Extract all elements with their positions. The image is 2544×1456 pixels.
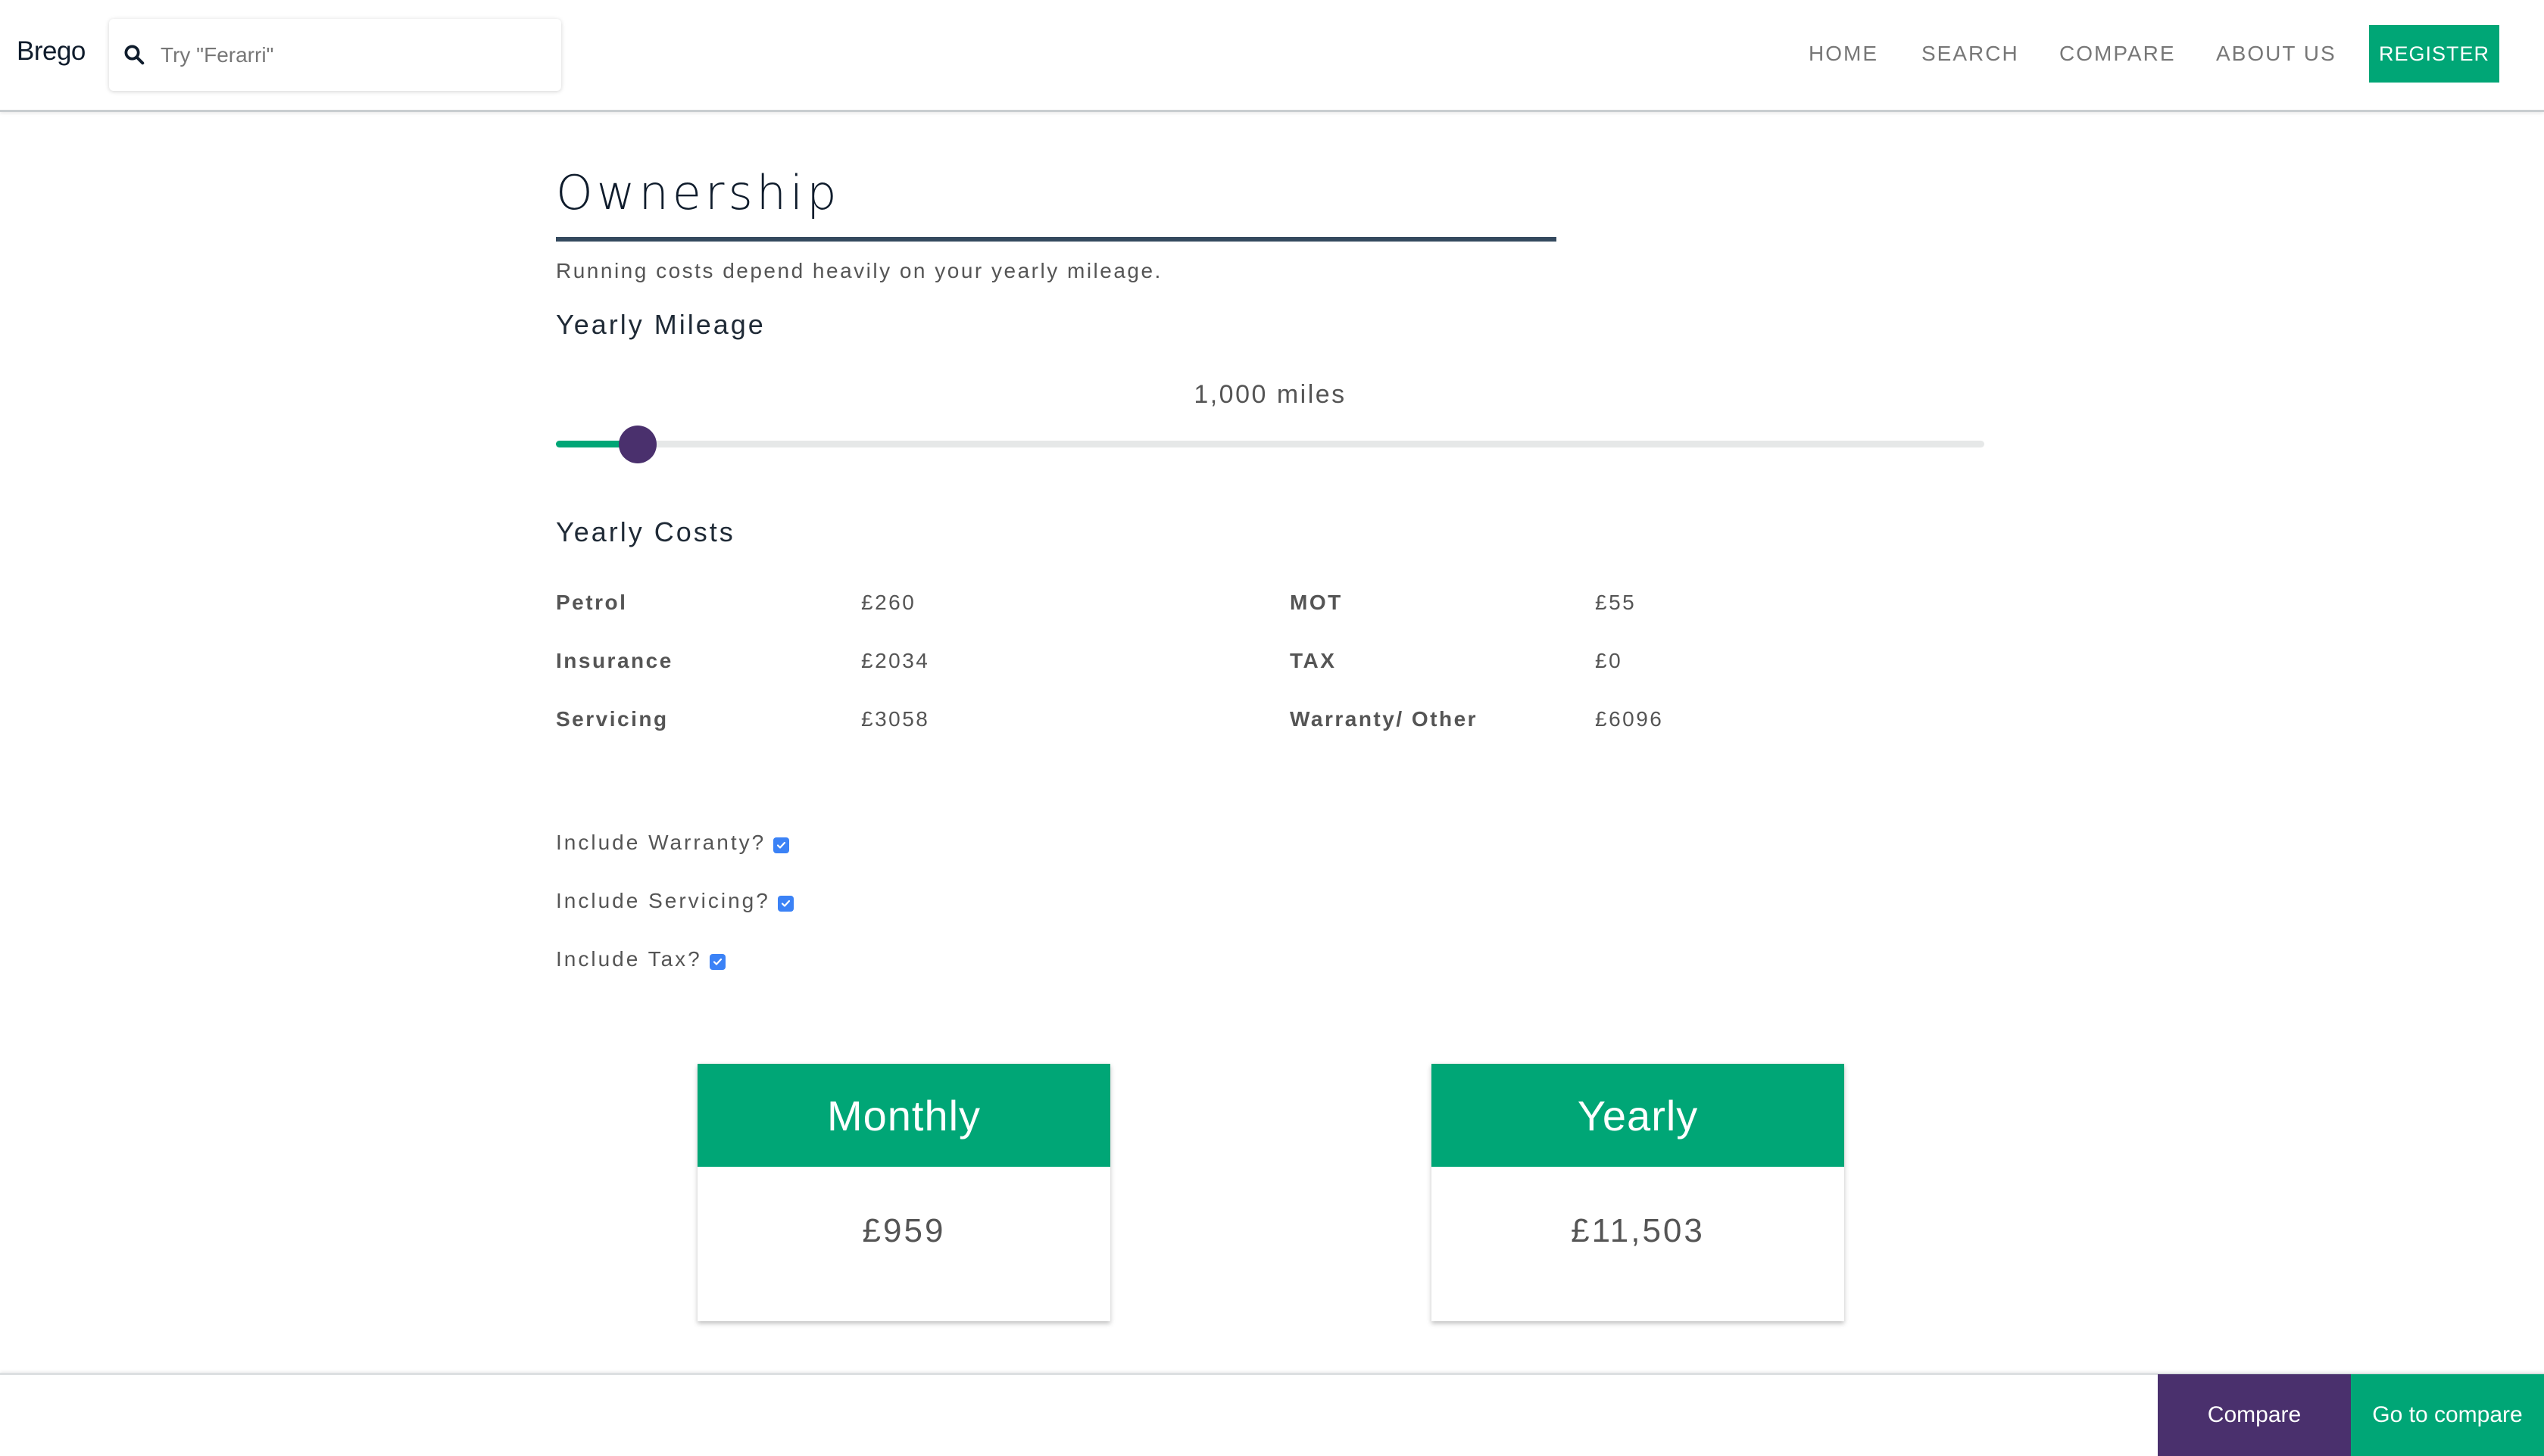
page-title: Ownership bbox=[556, 165, 841, 220]
nav-compare[interactable]: COMPARE bbox=[2059, 42, 2176, 66]
cost-value-warranty-other: £6096 bbox=[1595, 707, 1664, 731]
yearly-costs-heading: Yearly Costs bbox=[556, 516, 735, 547]
checkmark-icon bbox=[777, 841, 786, 849]
cost-value-tax: £0 bbox=[1595, 649, 1623, 672]
mileage-slider-track[interactable] bbox=[556, 441, 1984, 447]
cost-value-petrol: £260 bbox=[861, 591, 916, 614]
nav-about-us[interactable]: ABOUT US bbox=[2216, 42, 2336, 66]
include-tax-option: Include Tax? bbox=[556, 947, 726, 971]
title-underline bbox=[556, 237, 1556, 242]
yearly-cost-value: £11,503 bbox=[1571, 1212, 1705, 1249]
cost-label-servicing: Servicing bbox=[556, 707, 669, 731]
brand-logo[interactable]: Brego bbox=[17, 36, 86, 67]
include-servicing-option: Include Servicing? bbox=[556, 889, 794, 913]
cost-label-petrol: Petrol bbox=[556, 591, 628, 614]
search-icon bbox=[124, 45, 145, 65]
include-servicing-label: Include Servicing? bbox=[556, 889, 770, 912]
top-navbar: Brego HOME SEARCH COMPARE ABOUT US REGIS… bbox=[0, 0, 2544, 112]
include-warranty-label: Include Warranty? bbox=[556, 831, 766, 854]
go-to-compare-button[interactable]: Go to compare bbox=[2351, 1374, 2544, 1456]
cost-value-servicing: £3058 bbox=[861, 707, 930, 731]
nav-home[interactable]: HOME bbox=[1809, 42, 1878, 66]
compare-button[interactable]: Compare bbox=[2158, 1374, 2351, 1456]
include-tax-checkbox[interactable] bbox=[709, 953, 726, 970]
cost-label-warranty-other: Warranty/ Other bbox=[1290, 707, 1478, 731]
monthly-cost-card: Monthly £959 bbox=[698, 1064, 1110, 1321]
mileage-slider-thumb[interactable] bbox=[618, 426, 657, 463]
include-warranty-option: Include Warranty? bbox=[556, 831, 790, 855]
yearly-mileage-heading: Yearly Mileage bbox=[556, 309, 766, 340]
checkmark-icon bbox=[781, 899, 790, 907]
cost-value-mot: £55 bbox=[1595, 591, 1637, 614]
include-tax-label: Include Tax? bbox=[556, 947, 702, 971]
cost-label-insurance: Insurance bbox=[556, 649, 673, 672]
nav-search[interactable]: SEARCH bbox=[1921, 42, 2019, 66]
checkmark-icon bbox=[713, 958, 722, 965]
include-warranty-checkbox[interactable] bbox=[773, 837, 790, 853]
yearly-card-title: Yearly bbox=[1431, 1064, 1844, 1167]
cost-label-tax: TAX bbox=[1290, 649, 1337, 672]
cost-value-insurance: £2034 bbox=[861, 649, 930, 672]
monthly-cost-value: £959 bbox=[862, 1212, 946, 1249]
search-box bbox=[109, 19, 561, 91]
mileage-value: 1,000 miles bbox=[1194, 380, 1347, 409]
include-servicing-checkbox[interactable] bbox=[777, 895, 794, 912]
search-input[interactable] bbox=[161, 19, 547, 91]
yearly-cost-card: Yearly £11,503 bbox=[1431, 1064, 1844, 1321]
cost-label-mot: MOT bbox=[1290, 591, 1343, 614]
register-button[interactable]: REGISTER bbox=[2369, 25, 2499, 83]
page-subtitle: Running costs depend heavily on your yea… bbox=[556, 259, 1163, 282]
monthly-card-title: Monthly bbox=[698, 1064, 1110, 1167]
